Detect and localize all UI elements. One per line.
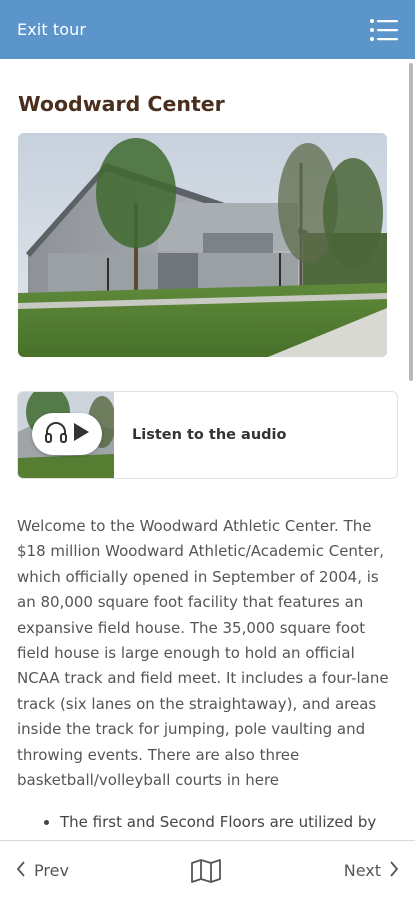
- prev-label: Prev: [34, 861, 69, 880]
- list-item: The first and Second Floors are utilized…: [44, 810, 404, 835]
- chevron-left-icon: [16, 860, 26, 881]
- play-icon: [72, 422, 90, 446]
- audio-play-button[interactable]: [32, 413, 102, 455]
- headphones-icon: [44, 421, 68, 447]
- bullet-list: The first and Second Floors are utilized…: [44, 810, 404, 835]
- audio-thumbnail: [18, 392, 114, 478]
- hero-photo: [18, 133, 387, 357]
- menu-list-icon[interactable]: [369, 18, 399, 42]
- audio-label: Listen to the audio: [132, 427, 287, 443]
- audio-player-card[interactable]: Listen to the audio: [17, 391, 398, 479]
- stop-title: Woodward Center: [18, 92, 225, 116]
- stop-description: Welcome to the Woodward Athletic Center.…: [17, 517, 389, 790]
- exit-tour-button[interactable]: Exit tour: [17, 20, 86, 39]
- prev-button[interactable]: Prev: [16, 860, 69, 881]
- map-icon[interactable]: [190, 858, 222, 883]
- top-bar: Exit tour: [0, 0, 415, 59]
- next-label: Next: [343, 861, 381, 880]
- scrollbar[interactable]: [409, 63, 413, 381]
- next-button[interactable]: Next: [343, 860, 399, 881]
- bottom-nav: Prev Next: [0, 840, 415, 900]
- chevron-right-icon: [389, 860, 399, 881]
